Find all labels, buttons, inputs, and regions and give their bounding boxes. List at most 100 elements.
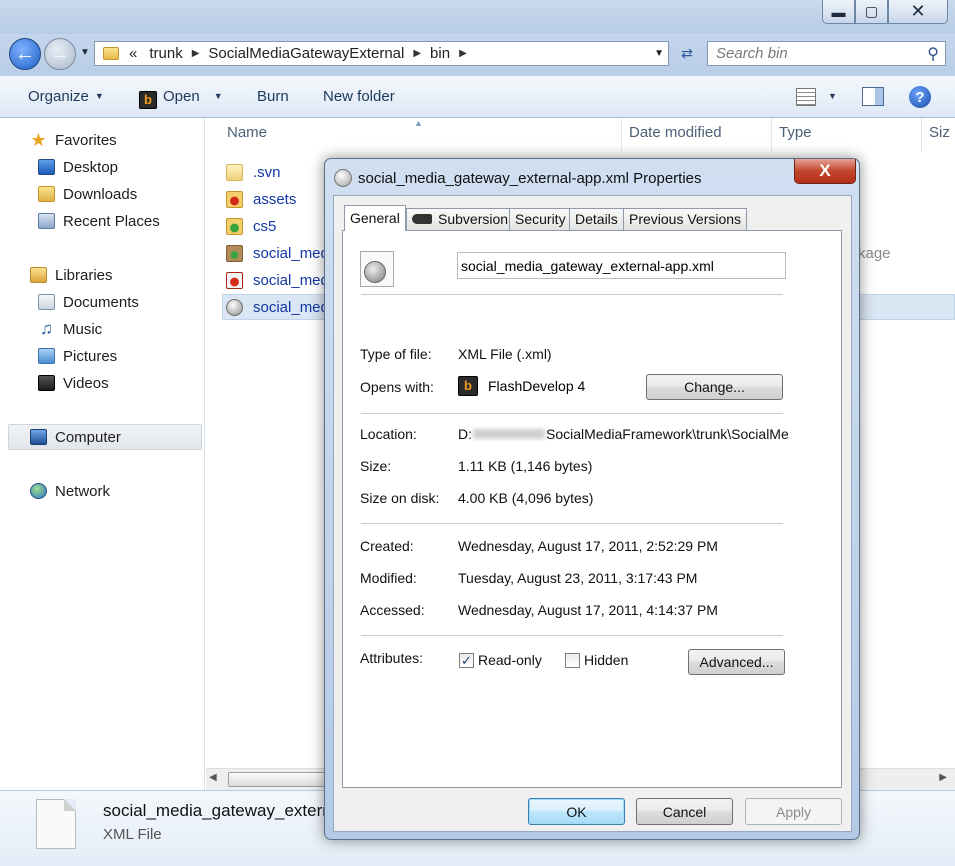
column-header-date-modified[interactable]: Date modified [629,124,722,154]
nav-libraries[interactable]: Libraries [30,263,235,287]
flashdevelop-icon: b [458,376,478,396]
file-name: social_medi [253,271,333,289]
scroll-right-icon[interactable]: ▶ [939,772,947,783]
ok-button[interactable]: OK [528,798,625,825]
location-value: D: SocialMediaFramework\trunk\SocialMedia [458,426,788,442]
properties-dialog: social_media_gateway_external-app.xml Pr… [324,158,860,840]
details-file-name: social_media_gateway_extern [103,801,332,820]
change-button[interactable]: Change... [646,374,783,400]
tab-previous-versions[interactable]: Previous Versions [623,208,748,230]
dialog-close-button[interactable]: X [794,159,856,184]
breadcrumb-separator-icon[interactable]: ▶ [454,48,472,59]
open-label: Open [163,88,200,105]
file-name: social_medi [253,298,333,316]
tab-subversion[interactable]: Subversion [406,208,515,230]
nav-desktop-label: Desktop [63,158,119,176]
advanced-button[interactable]: Advanced... [688,649,785,675]
nav-computer[interactable]: Computer [30,425,235,449]
nav-favorites[interactable]: ★ Favorites [30,128,235,152]
desktop-icon [38,159,55,175]
breadcrumb-separator-icon[interactable]: ▶ [187,48,205,59]
tab-security[interactable]: Security [509,208,572,230]
search-placeholder: Search bin [716,45,788,62]
apply-button[interactable]: Apply [745,798,842,825]
nav-pictures-label: Pictures [63,347,118,365]
breadcrumb-separator-icon[interactable]: ▶ [408,48,426,59]
flash-file-icon [226,271,243,289]
chevron-down-icon[interactable]: ▼ [828,91,837,101]
breadcrumb-bin[interactable]: bin [426,45,454,62]
nav-music-label: Music [63,320,103,338]
general-tab-panel: Type of file: XML File (.xml) Opens with… [342,230,842,788]
refresh-icon: ⇄ [681,45,693,61]
location-drive: D: [458,426,472,442]
open-menu[interactable]: b Open ▼ [139,88,223,109]
network-globe-icon [30,483,47,499]
tortoise-svn-icon [412,214,432,224]
nav-computer-label: Computer [55,428,121,446]
breadcrumb-socialmediagatewayexternal[interactable]: SocialMediaGatewayExternal [204,45,408,62]
modified-label: Modified: [360,570,417,586]
search-input[interactable]: Search bin ⚲ [707,41,946,66]
address-bar[interactable]: « trunk ▶ SocialMediaGatewayExternal ▶ b… [94,41,669,66]
hidden-checkbox[interactable] [565,653,580,668]
help-icon[interactable]: ? [909,86,931,108]
nav-recent-places-label: Recent Places [63,212,160,230]
preview-pane-icon[interactable] [862,87,884,106]
accessed-label: Accessed: [360,602,425,618]
refresh-button[interactable]: ⇄ [674,41,700,66]
column-header-type[interactable]: Type [779,124,812,154]
opens-with-label: Opens with: [360,379,434,395]
minimize-button[interactable]: ▬ [822,0,855,24]
nav-videos-label: Videos [63,374,109,392]
breadcrumb-overflow[interactable]: « [125,45,141,62]
column-divider[interactable] [621,118,622,152]
column-divider[interactable] [771,118,772,152]
nav-favorites-label: Favorites [55,131,117,149]
column-header-name[interactable]: Name [227,124,267,154]
tab-details[interactable]: Details [569,208,624,230]
maximize-button[interactable]: ▢ [855,0,888,24]
forward-button[interactable]: → [44,38,76,70]
filename-field[interactable] [457,252,786,279]
window-titlebar: ▬ ▢ ✕ [0,0,955,34]
flashdevelop-icon: b [139,91,157,109]
recent-pages-dropdown[interactable]: ▼ [80,47,90,58]
folder-icon [103,47,119,60]
videos-icon [38,375,55,391]
column-header-size[interactable]: Siz [929,124,950,154]
back-button[interactable]: ← [9,38,41,70]
window-close-button[interactable]: ✕ [888,0,948,24]
chevron-down-icon: ▼ [94,91,104,101]
divider [361,523,783,524]
scroll-left-icon[interactable]: ◀ [209,772,217,783]
burn-button[interactable]: Burn [257,88,289,105]
created-value: Wednesday, August 17, 2011, 2:52:29 PM [458,538,718,554]
tab-general[interactable]: General [344,205,406,231]
details-file-type: XML File [103,826,162,843]
location-label: Location: [360,426,417,442]
nav-network-label: Network [55,482,111,500]
nav-network[interactable]: Network [30,479,235,503]
size-on-disk-value: 4.00 KB (4,096 bytes) [458,490,594,506]
type-of-file-label: Type of file: [360,346,432,362]
readonly-checkbox[interactable]: ✓ [459,653,474,668]
recent-places-icon [38,213,55,229]
readonly-label[interactable]: Read-only [478,652,542,668]
change-view-icon[interactable] [796,88,816,106]
cancel-button[interactable]: Cancel [636,798,733,825]
nav-libraries-label: Libraries [55,266,113,284]
hidden-label[interactable]: Hidden [584,652,628,668]
search-icon[interactable]: ⚲ [927,44,939,64]
breadcrumb-trunk[interactable]: trunk [141,45,186,62]
accessed-value: Wednesday, August 17, 2011, 4:14:37 PM [458,602,718,618]
navigation-pane: ★ Favorites Desktop Downloads Recent Pla… [0,118,205,790]
address-dropdown-icon[interactable]: ▼ [654,48,664,59]
divider [361,294,783,295]
nav-documents-label: Documents [63,293,139,311]
redacted-path-blur [473,429,545,439]
new-folder-button[interactable]: New folder [323,88,395,105]
organize-menu[interactable]: Organize ▼ [28,88,104,105]
divider [361,413,783,414]
column-divider[interactable] [921,118,922,152]
